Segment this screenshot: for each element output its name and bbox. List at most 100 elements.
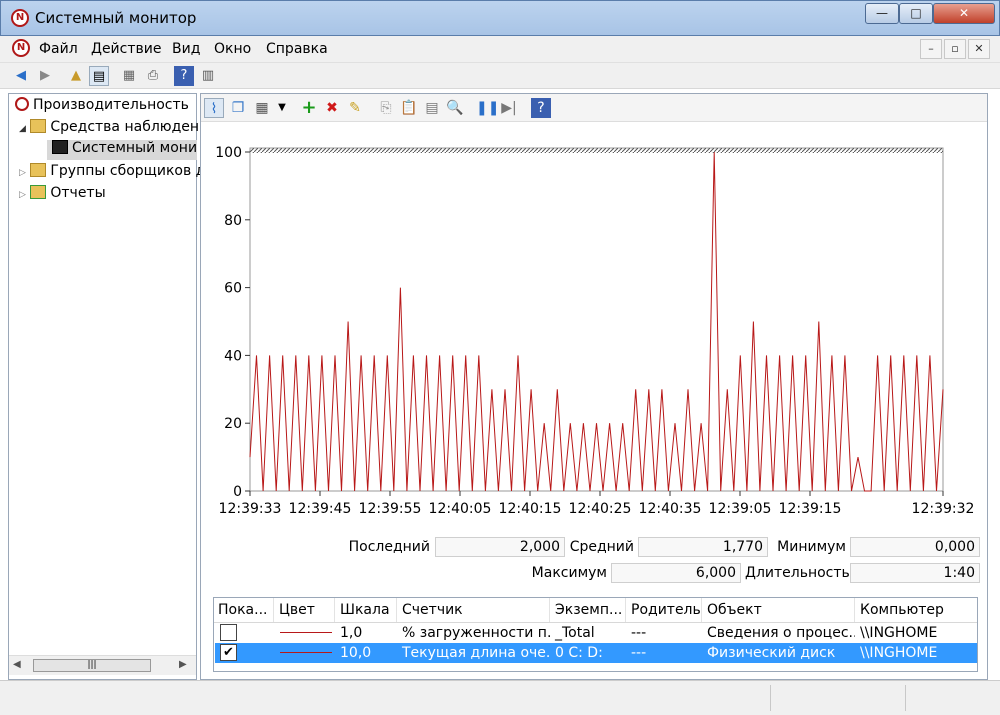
menu-view[interactable]: Вид — [172, 41, 200, 57]
properties-icon[interactable]: ▤ — [422, 98, 442, 118]
y-tick-label: 20 — [224, 416, 242, 432]
tree-item-performance[interactable]: Производительность — [15, 97, 189, 117]
properties-icon[interactable]: ▦ — [119, 66, 139, 86]
tree-label: Отчеты — [50, 185, 106, 201]
pause-icon[interactable]: ❚❚ — [476, 98, 499, 118]
change-graph-type-icon[interactable]: ▦ — [252, 98, 272, 118]
menu-file[interactable]: Файл — [39, 41, 78, 57]
cell-computer: \\INGHOME — [860, 625, 938, 641]
y-axis: 0 20 40 60 80 100 — [215, 145, 250, 500]
cell-parent: --- — [631, 645, 647, 661]
duration-value: 1:40 — [850, 563, 980, 583]
menu-help[interactable]: Справка — [266, 41, 328, 57]
column-header-scale[interactable]: Шкала — [336, 598, 397, 622]
x-tick-label: 12:40:35 — [639, 501, 702, 517]
forward-icon[interactable]: ▶ — [35, 66, 55, 86]
paste-icon[interactable]: 📋 — [399, 98, 419, 118]
column-header-color[interactable]: Цвет — [275, 598, 335, 622]
y-tick-label: 80 — [224, 213, 242, 229]
y-tick-label: 100 — [215, 145, 242, 161]
close-button[interactable]: ✕ — [933, 3, 995, 24]
maximize-button[interactable]: □ — [899, 3, 933, 24]
reports-folder-icon — [30, 185, 47, 199]
zoom-icon[interactable]: 🔍 — [445, 98, 465, 118]
last-label: Последний — [348, 539, 430, 555]
collapsed-arrow-icon[interactable]: ▷ — [19, 190, 26, 200]
folder-icon — [30, 163, 47, 177]
row-checkbox[interactable]: ✔ — [220, 644, 237, 661]
x-tick-label: 12:39:05 — [709, 501, 772, 517]
help-icon[interactable]: ? — [174, 66, 194, 86]
column-header-show[interactable]: Пока... — [214, 598, 274, 622]
help-icon[interactable]: ? — [531, 98, 551, 118]
view-graph-icon[interactable]: ⌇ — [204, 98, 224, 118]
cell-counter: % загруженности п... — [402, 625, 550, 641]
minimum-label: Минимум — [777, 539, 846, 555]
status-bar — [0, 680, 1000, 715]
window-title: Системный монитор — [35, 9, 197, 27]
table-row-selected[interactable]: ✔ 10,0 Текущая длина оче... 0 C: D: --- … — [215, 643, 977, 663]
column-header-computer[interactable]: Компьютер — [856, 598, 977, 622]
column-header-parent[interactable]: Родитель — [627, 598, 702, 622]
x-tick-label: 12:39:45 — [289, 501, 352, 517]
navigation-tree: Производительность ◢ Средства наблюдени … — [8, 93, 208, 680]
up-folder-icon[interactable]: ▲ — [66, 66, 86, 86]
print-icon[interactable]: ⎙ — [143, 66, 163, 86]
x-tick-label: 12:39:55 — [359, 501, 422, 517]
cell-scale: 1,0 — [340, 625, 363, 641]
highlight-icon[interactable]: ✎ — [345, 98, 365, 118]
expanded-arrow-icon[interactable]: ◢ — [19, 124, 26, 134]
column-header-object[interactable]: Объект — [703, 598, 855, 622]
cell-scale: 10,0 — [340, 645, 372, 661]
step-icon[interactable]: ▶| — [499, 98, 519, 118]
chevron-down-icon[interactable]: ▼ — [272, 98, 292, 118]
mdi-minimize-button[interactable]: – — [920, 39, 942, 59]
minimize-button[interactable]: — — [865, 3, 899, 24]
show-tree-icon[interactable]: ▤ — [89, 66, 109, 86]
color-swatch — [280, 652, 332, 653]
minimum-value: 0,000 — [850, 537, 980, 557]
tree-item-system-monitor[interactable]: Системный монит — [47, 140, 197, 160]
y-tick-label: 0 — [233, 484, 242, 500]
average-value: 1,770 — [638, 537, 768, 557]
mdi-close-button[interactable]: ✕ — [968, 39, 990, 59]
graph-toolbar: ⌇ ❐ ▦ ▼ + ✖ ✎ ⎘ 📋 ▤ 🔍 ❚❚ ▶| ? — [201, 94, 987, 122]
x-tick-label: 12:39:32 — [912, 501, 975, 517]
duration-label: Длительность — [745, 565, 850, 581]
menu-window[interactable]: Окно — [214, 41, 251, 57]
last-value: 2,000 — [435, 537, 565, 557]
collapsed-arrow-icon[interactable]: ▷ — [19, 168, 26, 178]
column-header-counter[interactable]: Счетчик — [398, 598, 550, 622]
x-axis: 12:39:33 12:39:45 12:39:55 12:40:05 12:40:15… — [219, 491, 975, 517]
graph-top-bar — [250, 148, 943, 153]
title-bar: N Системный монитор — □ ✕ — [0, 0, 1000, 36]
counter-list: Пока... Цвет Шкала Счетчик Экземп... Род… — [213, 597, 978, 672]
scroll-thumb[interactable]: ||| — [33, 659, 151, 672]
performance-chart: 020406080100 12:39:33 12:39:45 12:39:55 12:… — [215, 145, 975, 517]
back-icon[interactable]: ◀ — [11, 66, 31, 86]
tree-item-reports[interactable]: ▷ Отчеты — [19, 185, 106, 205]
x-tick-label: 12:39:33 — [219, 501, 282, 517]
tree-item-collector-sets[interactable]: ▷ Группы сборщиков д — [19, 163, 205, 183]
cell-object: Физический диск — [707, 645, 836, 661]
delete-counter-icon[interactable]: ✖ — [322, 98, 342, 118]
app-icon[interactable]: N — [11, 9, 29, 27]
tree-horizontal-scrollbar[interactable]: ◀ ||| ▶ — [9, 655, 196, 675]
console-icon[interactable]: ▥ — [198, 66, 218, 86]
cell-parent: --- — [631, 625, 647, 641]
scroll-right-icon[interactable]: ▶ — [179, 659, 187, 670]
app-menu-icon[interactable]: N — [12, 39, 30, 57]
menu-action[interactable]: Действие — [91, 41, 161, 57]
copy-icon[interactable]: ⎘ — [376, 98, 396, 118]
tree-label: Группы сборщиков д — [50, 163, 206, 179]
mdi-restore-button[interactable]: ▫ — [944, 39, 966, 59]
table-row[interactable]: 1,0 % загруженности п... _Total --- Свед… — [214, 623, 977, 643]
column-header-instance[interactable]: Экземп... — [551, 598, 626, 622]
scroll-left-icon[interactable]: ◀ — [13, 659, 21, 670]
maximum-value: 6,000 — [611, 563, 741, 583]
performance-icon — [15, 97, 29, 111]
row-checkbox[interactable] — [220, 624, 237, 641]
tree-item-monitoring-tools[interactable]: ◢ Средства наблюдени — [19, 119, 208, 139]
add-counter-icon[interactable]: + — [299, 98, 319, 118]
freeze-icon[interactable]: ❐ — [228, 98, 248, 118]
